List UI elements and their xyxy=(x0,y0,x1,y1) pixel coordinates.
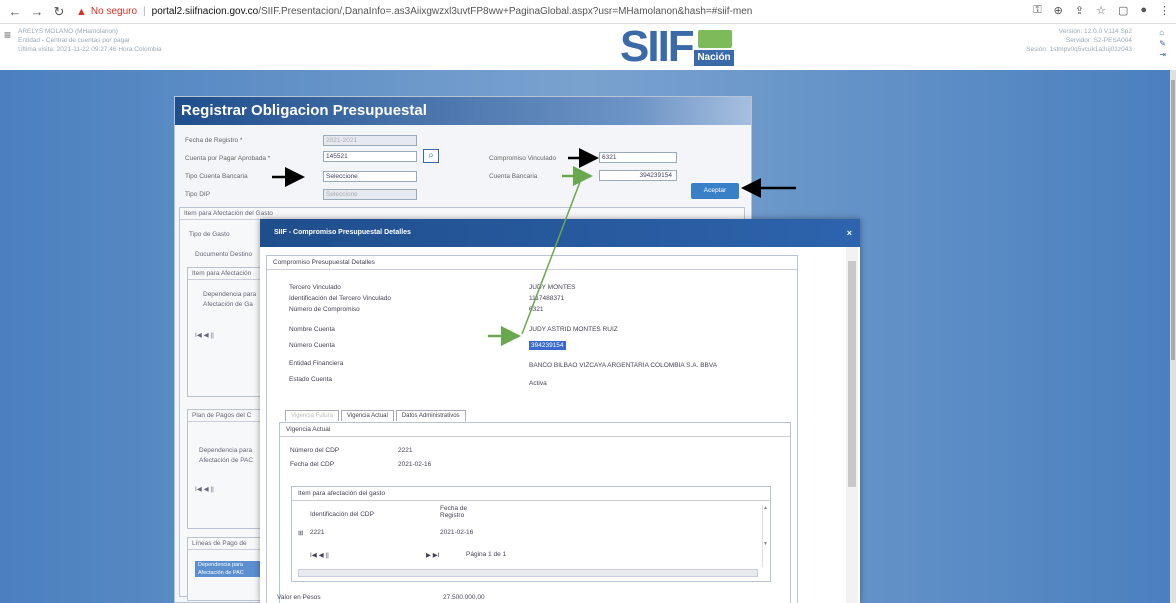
numero-compromiso-label: Número de Compromiso xyxy=(289,306,360,313)
close-icon[interactable]: × xyxy=(847,219,852,247)
cdp-label: Número del CDP xyxy=(290,447,340,454)
nombre-cuenta-label: Nombre Cuenta xyxy=(289,326,335,333)
star-icon[interactable]: ☆ xyxy=(1096,4,1106,17)
tipo-gasto-label: Tipo de Gasto xyxy=(189,231,230,238)
col-identificacion: Identificación del CDP xyxy=(310,511,374,518)
fecha-field[interactable]: 2021-2021 xyxy=(323,135,417,146)
menu-icon[interactable]: ⋮ xyxy=(1159,4,1170,17)
estado-label: Estado Cuenta xyxy=(289,376,333,383)
documento-label: Documento Destino xyxy=(195,251,253,258)
modal-title: SIIF - Compromiso Presupuestal Detalles … xyxy=(260,219,860,247)
logout-icon[interactable]: ⇥ xyxy=(1159,49,1166,60)
entidad-value: BANCO BILBAO VIZCAYA ARGENTARIA COLOMBIA… xyxy=(529,362,718,369)
compromiso-field[interactable]: 6321 xyxy=(599,152,677,163)
forward-icon[interactable]: → xyxy=(28,3,46,21)
tab-vigencia-futura[interactable]: Vigencia Futura xyxy=(285,410,339,421)
grid-hscroll[interactable] xyxy=(298,569,758,577)
tercero-label: Tercero Vinculado xyxy=(289,284,341,291)
detalles-title: Compromiso Presupuestal Detalles xyxy=(267,256,797,270)
afectacion-label: Afectación de Ga xyxy=(203,301,253,308)
dependencia-label: Dependencia para xyxy=(203,291,257,298)
hamburger-menu-icon[interactable]: ≡ xyxy=(4,28,11,42)
numero-cuenta-value[interactable]: 394239154 xyxy=(529,341,566,350)
tipo-dp-label: Tipo DIP xyxy=(185,191,211,198)
numero-cuenta-label: Número Cuenta xyxy=(289,342,335,349)
cuenta-field[interactable]: 145521 xyxy=(323,151,417,162)
warning-icon[interactable]: ▲ xyxy=(76,6,87,18)
key-icon[interactable]: ⚿ xyxy=(1033,4,1041,17)
tipo-cuenta-select[interactable]: Seleccione xyxy=(323,171,417,182)
plan-pagos-section: Plan de Pagos del C xyxy=(187,409,267,529)
back-icon[interactable]: ← xyxy=(6,3,24,21)
col-fecha-registro: Fecha de Registro xyxy=(440,505,468,519)
grid-title: Item para afectación del gasto xyxy=(292,487,770,501)
server-info: Versión: 12.0.0 V114 Sp2 Servidor: S2-PE… xyxy=(1026,28,1132,53)
tipo-cuenta-label: Tipo Cuenta Bancaria xyxy=(185,173,248,180)
reload-icon[interactable]: ↻ xyxy=(50,3,68,21)
not-secure-label[interactable]: No seguro xyxy=(91,6,137,17)
compromiso-label: Compromiso Vinculado xyxy=(489,155,557,162)
address-bar[interactable]: portal2.siifnacion.gov.co/SIIF.Presentac… xyxy=(152,6,752,17)
afect-hdr: Afectación de PAC xyxy=(195,569,261,577)
app-header: ≡ ARELYS MOLANO (MHamolanon) Entidad - C… xyxy=(0,24,1176,70)
expand-icon[interactable]: ⊞ xyxy=(298,529,303,537)
dep-pac-label: Dependencia para xyxy=(199,447,253,454)
user-name: ARELYS MOLANO (MHamolanon) xyxy=(18,28,118,35)
vigencia-title: Vigencia Actual xyxy=(280,423,790,437)
share-icon[interactable]: ⇪ xyxy=(1075,4,1084,17)
accept-button[interactable]: Aceptar xyxy=(691,183,739,199)
cuenta-bancaria-label: Cuenta Bancaria xyxy=(489,173,538,180)
tipo-dp-select[interactable]: Seleccione xyxy=(323,189,417,200)
fecha-label: Fecha de Registro * xyxy=(185,137,243,144)
profile-icon[interactable]: ● xyxy=(1140,4,1147,17)
settings-icon[interactable]: ✎ xyxy=(1159,38,1166,49)
pager-text: Página 1 de 1 xyxy=(466,551,507,558)
entidad-label: Entidad Financiera xyxy=(289,360,344,367)
sidepanel-icon[interactable]: ▢ xyxy=(1118,4,1128,17)
tab-vigencia-actual[interactable]: Vigencia Actual xyxy=(340,410,394,421)
last-visit: Última visita: 2021-11-22 09:27:46 Hora … xyxy=(18,46,162,53)
page-title: Registrar Obligacion Presupuestal xyxy=(175,97,751,125)
grid-vscroll[interactable]: ▲ ▼ xyxy=(762,505,768,567)
zoom-icon[interactable]: ⊕ xyxy=(1054,4,1063,17)
siif-logo: SIIF Nación xyxy=(620,24,740,70)
fecha-cdp-value: 2021-02-16 xyxy=(398,461,432,468)
detalles-panel: Compromiso Presupuestal Detalles Tercero… xyxy=(266,255,798,603)
user-info: ARELYS MOLANO (MHamolanon) Entidad - Cen… xyxy=(18,27,162,54)
compromiso-detalles-modal: SIIF - Compromiso Presupuestal Detalles … xyxy=(260,219,860,603)
pager[interactable]: I◀ ◀ || xyxy=(195,331,214,339)
search-icon[interactable]: ⌕ xyxy=(423,149,439,163)
fecha-cdp-label: Fecha del CDP xyxy=(290,461,335,468)
item-afectacion-grid: Item para afectación del gasto Identific… xyxy=(291,486,771,582)
estado-value: Activa xyxy=(529,380,547,387)
browser-toolbar: ← → ↻ ▲ No seguro | portal2.siifnacion.g… xyxy=(0,0,1176,24)
cdp-value: 2221 xyxy=(398,447,413,454)
page-scrollbar[interactable] xyxy=(1170,70,1176,603)
afect-pac-label: Afectación de PAC xyxy=(199,457,254,464)
valor-value: 27.500.000,00 xyxy=(443,594,485,601)
dep-hdr: Dependencia para xyxy=(195,561,261,569)
user-entity: Entidad - Central de cuentas por pagar xyxy=(18,37,131,44)
tercero-value: JUDY MONTES xyxy=(529,284,576,291)
home-icon[interactable]: ⌂ xyxy=(1159,27,1166,38)
pager-right[interactable]: ▶ ▶I xyxy=(426,551,440,559)
nombre-cuenta-value: JUDY ASTRID MONTES RUIZ xyxy=(529,326,618,333)
pager-2[interactable]: I◀ ◀ || xyxy=(195,485,214,493)
identificacion-label: Identificación del Tercero Vinculado xyxy=(289,295,392,302)
valor-label: Valor en Pesos xyxy=(277,594,321,601)
numero-compromiso-value: 6321 xyxy=(529,306,544,313)
tab-datos-administrativos[interactable]: Datos Administrativos xyxy=(395,410,466,421)
cuenta-bancaria-field[interactable]: 394239154 xyxy=(599,170,677,181)
identificacion-value: 1117488371 xyxy=(529,295,565,302)
pager-left[interactable]: I◀ ◀ || xyxy=(310,551,329,559)
row-fecha[interactable]: 2021-02-16 xyxy=(440,529,473,536)
row-id[interactable]: 2221 xyxy=(310,529,324,536)
modal-scrollbar[interactable] xyxy=(846,247,858,603)
cuenta-label: Cuenta por Pagar Aprobada * xyxy=(185,155,271,162)
